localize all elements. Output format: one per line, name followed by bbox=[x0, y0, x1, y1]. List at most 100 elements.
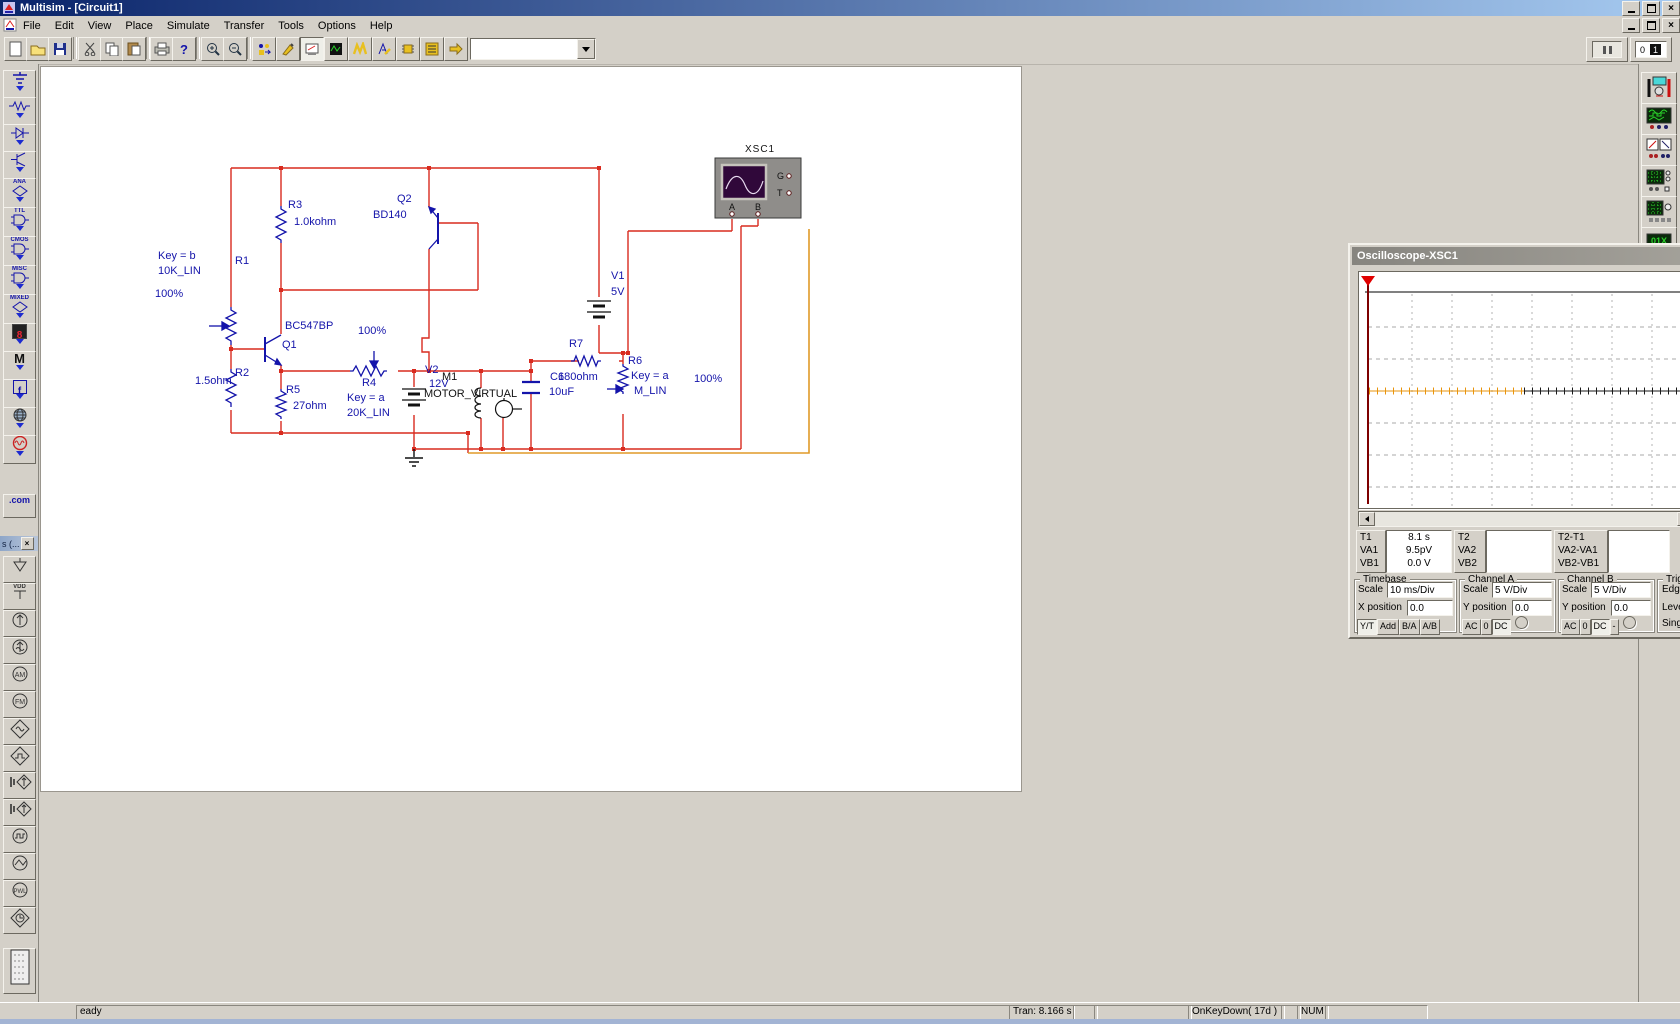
channel-b-ypos-field[interactable] bbox=[1611, 600, 1651, 616]
schematic-canvas[interactable]: Key = b 10K_LIN 100% R1 R3 1.0kohm Q2 BD… bbox=[40, 66, 1022, 792]
transfer-button[interactable] bbox=[444, 37, 468, 61]
battery-V2[interactable] bbox=[402, 389, 426, 405]
oscilloscope-instrument-button[interactable] bbox=[1641, 165, 1677, 197]
channel-a-ac-button[interactable]: AC bbox=[1462, 619, 1481, 635]
potentiometer-R6[interactable] bbox=[607, 364, 628, 394]
child-close-button[interactable]: × bbox=[1662, 18, 1680, 33]
ac-current-source-button[interactable] bbox=[3, 637, 36, 664]
misc-digital-group-button[interactable]: MISC bbox=[3, 265, 36, 295]
vdd-component-button[interactable]: VDD bbox=[3, 583, 36, 610]
fm-source-button[interactable]: FM bbox=[3, 691, 36, 718]
dc-current-source-button[interactable] bbox=[3, 610, 36, 637]
clock-source-button[interactable] bbox=[3, 907, 36, 934]
menu-view[interactable]: View bbox=[81, 18, 119, 34]
wattmeter-instrument-button[interactable] bbox=[1641, 134, 1677, 166]
scope-wire[interactable] bbox=[468, 229, 809, 453]
bode-plotter-instrument-button[interactable] bbox=[1641, 196, 1677, 228]
controls-group-button[interactable]: f bbox=[3, 379, 36, 408]
controlled-voltage-source-button[interactable] bbox=[3, 772, 36, 799]
ground-symbol[interactable] bbox=[405, 449, 423, 466]
pwl-source-button[interactable]: PWL bbox=[3, 880, 36, 907]
ac-voltage-source-button[interactable] bbox=[3, 718, 36, 745]
menu-transfer[interactable]: Transfer bbox=[217, 18, 272, 34]
reports-button[interactable] bbox=[420, 37, 444, 61]
misc-group-button[interactable]: M bbox=[3, 351, 36, 380]
channel-a-probe-knob[interactable] bbox=[1515, 616, 1528, 629]
oscilloscope-window[interactable]: Oscilloscope-XSC1 T1 VA1 VB1 8.1 s 9.5pV… bbox=[1348, 243, 1680, 639]
cut-button[interactable] bbox=[78, 37, 102, 61]
menu-options[interactable]: Options bbox=[311, 18, 363, 34]
virtual-wire-button[interactable] bbox=[276, 37, 300, 61]
print-button[interactable] bbox=[150, 37, 174, 61]
analysis-button[interactable] bbox=[348, 37, 372, 61]
scope-scroll-left-button[interactable] bbox=[1359, 512, 1375, 526]
sources-toolbar-titlebar[interactable]: s (... × bbox=[0, 536, 38, 551]
transistor-Q2[interactable] bbox=[429, 207, 438, 249]
in-use-list-dropdown-button[interactable] bbox=[577, 39, 595, 59]
ab-button[interactable]: A/B bbox=[1420, 619, 1441, 635]
channel-b-0-button[interactable]: 0 bbox=[1580, 619, 1591, 635]
capacitor-C1[interactable] bbox=[522, 382, 540, 393]
channel-b-minus-button[interactable]: - bbox=[1610, 619, 1619, 635]
scope-scrollbar[interactable] bbox=[1358, 511, 1680, 527]
multimeter-instrument-button[interactable] bbox=[1641, 72, 1677, 104]
controlled-current-source-button[interactable] bbox=[3, 799, 36, 826]
timebase-scale-field[interactable] bbox=[1387, 582, 1453, 598]
cmos-group-button[interactable]: CMOS bbox=[3, 236, 36, 266]
rf-group-button[interactable] bbox=[3, 407, 36, 436]
oscilloscope-xsc1-symbol[interactable]: XSC1 A B G T bbox=[715, 144, 801, 218]
channel-a-scale-field[interactable] bbox=[1492, 582, 1552, 598]
channel-b-probe-knob[interactable] bbox=[1623, 616, 1636, 629]
am-source-button[interactable]: AM bbox=[3, 664, 36, 691]
close-button[interactable]: × bbox=[1662, 1, 1680, 16]
timebase-xpos-field[interactable] bbox=[1407, 600, 1453, 616]
yt-button[interactable]: Y/T bbox=[1357, 619, 1377, 635]
channel-a-dc-button[interactable]: DC bbox=[1492, 619, 1511, 635]
open-button[interactable] bbox=[26, 37, 50, 61]
basic-group-button[interactable] bbox=[3, 97, 36, 125]
menu-place[interactable]: Place bbox=[118, 18, 160, 34]
copy-button[interactable] bbox=[100, 37, 124, 61]
child-minimize-button[interactable] bbox=[1622, 18, 1640, 33]
menu-file[interactable]: File bbox=[16, 18, 48, 34]
menu-edit[interactable]: Edit bbox=[48, 18, 81, 34]
menu-simulate[interactable]: Simulate bbox=[160, 18, 217, 34]
simulate-button[interactable] bbox=[324, 37, 348, 61]
triangle-source-button[interactable] bbox=[3, 853, 36, 880]
channel-a-0-button[interactable]: 0 bbox=[1481, 619, 1492, 635]
pause-button[interactable] bbox=[1586, 37, 1628, 62]
component-bars-button[interactable] bbox=[252, 37, 276, 61]
edaparts-button[interactable]: .com bbox=[3, 494, 36, 518]
potentiometer-R4[interactable] bbox=[350, 351, 387, 376]
add-button[interactable]: Add bbox=[1377, 619, 1399, 635]
pulse-current-source-button[interactable] bbox=[3, 826, 36, 853]
chip-button[interactable] bbox=[396, 37, 420, 61]
resistor-R5[interactable] bbox=[276, 389, 286, 419]
ground-component-button[interactable] bbox=[3, 556, 36, 583]
minimize-button[interactable] bbox=[1622, 1, 1640, 16]
postprocessor-button[interactable] bbox=[372, 37, 396, 61]
in-use-list[interactable] bbox=[470, 38, 596, 60]
ba-button[interactable]: B/A bbox=[1399, 619, 1420, 635]
mixed-group-button[interactable]: MIXED bbox=[3, 294, 36, 324]
step-voltage-source-button[interactable] bbox=[3, 745, 36, 772]
run-switch-button[interactable]: 0 1 bbox=[1630, 37, 1672, 62]
diodes-group-button[interactable] bbox=[3, 124, 36, 152]
restore-button[interactable] bbox=[1642, 1, 1660, 16]
analog-group-button[interactable]: ANA bbox=[3, 178, 36, 208]
channel-b-dc-button[interactable]: DC bbox=[1591, 619, 1610, 635]
in-use-list-input[interactable] bbox=[471, 39, 579, 59]
paste-button[interactable] bbox=[122, 37, 146, 61]
child-restore-button[interactable] bbox=[1642, 18, 1660, 33]
new-button[interactable] bbox=[4, 37, 28, 61]
transistor-Q1[interactable] bbox=[265, 335, 281, 365]
sources-group-button[interactable] bbox=[3, 70, 36, 98]
channel-b-scale-field[interactable] bbox=[1591, 582, 1651, 598]
scope-display[interactable] bbox=[1358, 271, 1680, 509]
cursor-t1-handle[interactable] bbox=[1361, 276, 1375, 286]
menu-help[interactable]: Help bbox=[363, 18, 400, 34]
menu-tools[interactable]: Tools bbox=[271, 18, 311, 34]
oscilloscope-titlebar[interactable]: Oscilloscope-XSC1 bbox=[1352, 247, 1680, 265]
electromechanical-group-button[interactable] bbox=[3, 435, 36, 464]
potentiometer-R1[interactable] bbox=[209, 307, 236, 345]
